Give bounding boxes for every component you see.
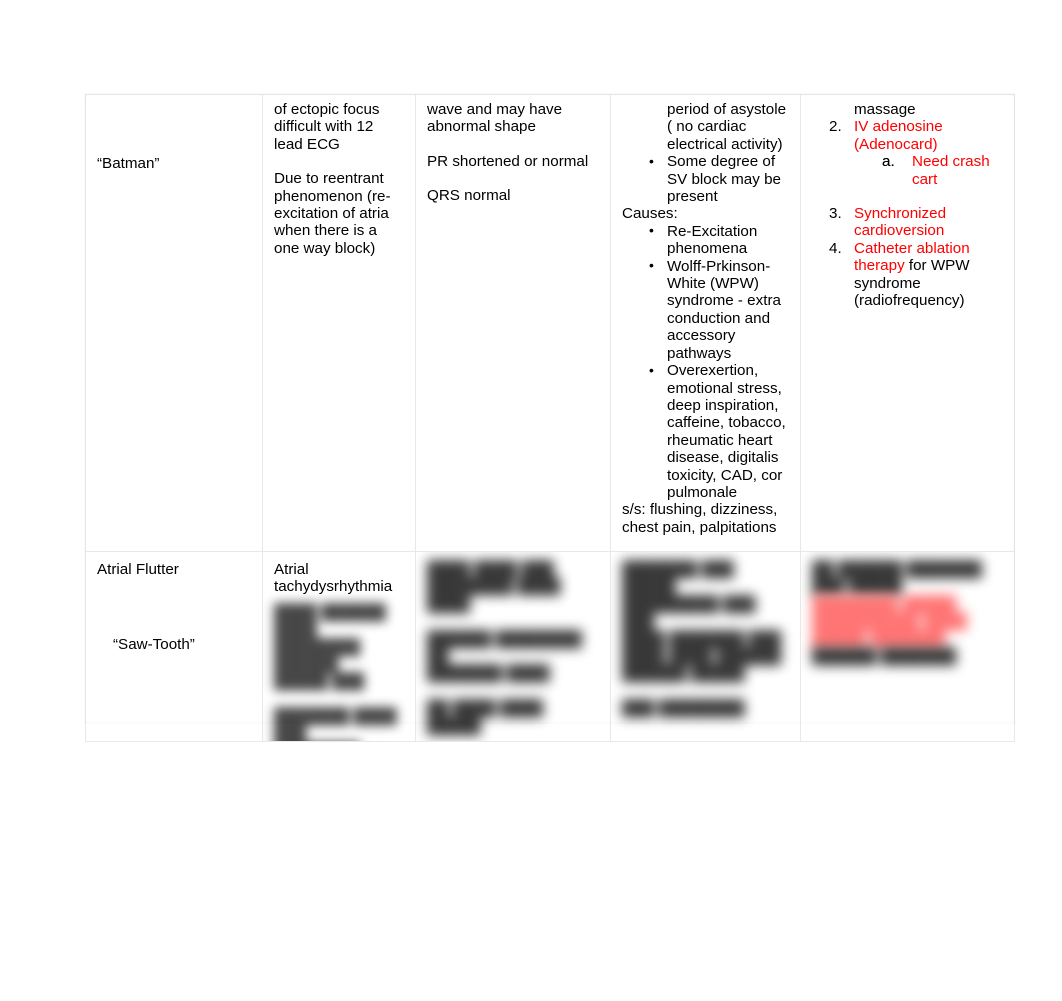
atrial-flutter-treatment-blurred: ██ ██████ ███████ ███ █████ — [812, 561, 982, 596]
list-item-treatment-3: Synchronized cardioversion — [807, 205, 1010, 240]
pre-causes-bullet-list: Some degree of SV block may be present — [622, 153, 794, 205]
cell-rhythm-name: “Batman” — [85, 94, 263, 552]
treatment-2-sub-a: a. Need crash cart — [882, 153, 1010, 188]
treatment-2-sub-a-label: Need crash cart — [912, 153, 990, 188]
rhythm-nickname-saw-tooth: “Saw-Tooth” — [113, 636, 195, 653]
document-page: “Batman” of ectopic focus difficult with… — [0, 0, 1062, 1001]
atrial-flutter-treatment-blurred-tail: ██████ ███████ — [812, 648, 957, 666]
causes-label: Causes: — [622, 205, 678, 223]
treatment-numbered-list: IV adenosine (Adenocard) a. Need crash c… — [807, 118, 1010, 309]
atrial-flutter-description-heading: Atrial tachydysrhythmia — [274, 561, 393, 596]
causes-bullet-list: Re-Excitation phenomena Wolff-Prkinson-W… — [622, 222, 794, 502]
description-paragraph-2: Due to reentrant phenomenon (re-excitati… — [274, 170, 391, 257]
ecg-paragraph-2: PR shortened or normal — [427, 152, 589, 170]
dysrhythmia-comparison-table: “Batman” of ectopic focus difficult with… — [85, 94, 1015, 742]
treatment-3-label: Synchronized cardioversion — [854, 205, 947, 240]
cell-causes: ███████ ███ █████ █████████ ███ ███ ████… — [610, 551, 801, 742]
cell-treatment: massage IV adenosine (Adenocard) a. Need… — [800, 94, 1015, 552]
table-row: “Batman” of ectopic focus difficult with… — [85, 94, 1015, 552]
list-item-treatment-2: IV adenosine (Adenocard) a. Need crash c… — [807, 118, 1010, 205]
atrial-flutter-ecg-blurred: ████ ████ ███ ████████ ████ ████ ██████ … — [427, 561, 582, 735]
ecg-paragraph-1: wave and may have abnormal shape — [427, 101, 563, 136]
table-row: Atrial Flutter “Saw-Tooth” Atrial tachyd… — [85, 551, 1015, 742]
list-item: Some degree of SV block may be present — [622, 153, 794, 205]
list-item: Overexertion, emotional stress, deep ins… — [622, 362, 794, 501]
rhythm-nickname-batman: “Batman” — [97, 155, 160, 172]
treatment-2-label: IV adenosine (Adenocard) — [854, 118, 943, 153]
signs-and-symptoms-text: s/s: flushing, dizziness, chest pain, pa… — [622, 501, 778, 536]
causes-continuation-text: period of asystole ( no cardiac electric… — [667, 101, 787, 153]
cell-description: Atrial tachydysrhythmia ████ ██████ ████… — [262, 551, 416, 742]
rhythm-name-atrial-flutter: Atrial Flutter — [97, 561, 179, 578]
treatment-continuation-text: massage — [854, 101, 916, 118]
sub-marker-a: a. — [882, 153, 895, 171]
list-item: Re-Excitation phenomena — [622, 222, 794, 258]
cell-description: of ectopic focus difficult with 12 lead … — [262, 94, 416, 552]
cell-rhythm-name: Atrial Flutter “Saw-Tooth” — [85, 551, 263, 742]
cell-treatment: ██ ██████ ███████ ███ █████ ████████ ███… — [800, 551, 1015, 742]
atrial-flutter-treatment-blurred-red: ████████ █████ ██████████ ████ █████ ███… — [812, 595, 967, 648]
cell-ecg-characteristics: wave and may have abnormal shape PR shor… — [415, 94, 611, 552]
ecg-paragraph-3: QRS normal — [427, 187, 511, 205]
description-paragraph-1: of ectopic focus difficult with 12 lead … — [274, 101, 380, 153]
list-item-treatment-4: Catheter ablation therapy for WPW syndro… — [807, 240, 1010, 310]
list-item: Wolff-Prkinson-White (WPW) syndrome - ex… — [622, 257, 794, 362]
cell-ecg-characteristics: ████ ████ ███ ████████ ████ ████ ██████ … — [415, 551, 611, 742]
cell-causes: period of asystole ( no cardiac electric… — [610, 94, 801, 552]
atrial-flutter-description-blurred: ████ ██████ ████ ████████ ██████ █████ █… — [274, 603, 397, 741]
atrial-flutter-causes-blurred: ███████ ███ █████ █████████ ███ ███ ████… — [622, 561, 782, 718]
